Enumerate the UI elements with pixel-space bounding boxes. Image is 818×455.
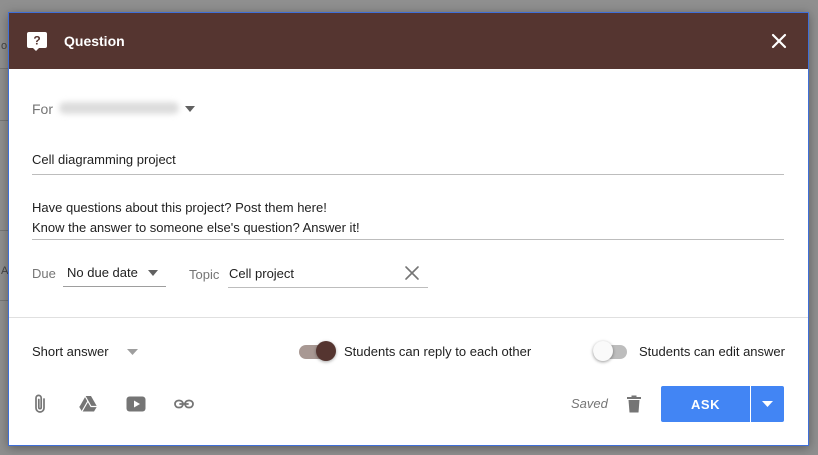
reply-toggle[interactable] <box>299 341 339 363</box>
google-drive-icon[interactable] <box>77 393 99 415</box>
topic-value: Cell project <box>229 266 295 281</box>
edit-answer-toggle-label: Students can edit answer <box>639 344 785 359</box>
instructions-line: Have questions about this project? Post … <box>32 200 327 215</box>
instructions-input[interactable]: Have questions about this project? Post … <box>32 198 784 240</box>
due-label: Due <box>32 266 56 281</box>
ask-options-button[interactable] <box>751 386 784 422</box>
due-date-select[interactable]: No due date <box>63 258 166 287</box>
chevron-down-icon[interactable] <box>185 106 195 112</box>
due-date-value: No due date <box>67 265 138 280</box>
chevron-down-icon <box>762 401 773 407</box>
chevron-down-icon <box>148 270 158 276</box>
reply-toggle-label: Students can reply to each other <box>344 344 532 359</box>
toggle-thumb <box>316 341 336 361</box>
trash-icon[interactable] <box>623 393 645 415</box>
clear-topic-icon[interactable] <box>403 264 421 282</box>
for-label: For <box>32 101 53 117</box>
close-icon[interactable] <box>767 29 791 53</box>
topic-input[interactable]: Cell project <box>228 258 428 288</box>
svg-text:?: ? <box>33 34 40 48</box>
toggle-thumb <box>593 341 613 361</box>
class-selector-value[interactable] <box>59 102 179 114</box>
answer-type-select[interactable]: Short answer <box>32 344 109 359</box>
section-divider <box>9 317 808 318</box>
ask-button[interactable]: ASK <box>661 386 750 422</box>
question-dialog: ? Question For Cell diagramming project … <box>8 12 809 446</box>
instructions-line: Know the answer to someone else's questi… <box>32 220 360 235</box>
chevron-down-icon[interactable] <box>127 349 138 355</box>
topic-label: Topic <box>189 267 220 282</box>
dialog-title: Question <box>64 33 125 49</box>
dialog-header: ? Question <box>9 13 808 69</box>
question-title-value: Cell diagramming project <box>32 152 176 167</box>
question-title-input[interactable]: Cell diagramming project <box>32 149 784 175</box>
youtube-icon[interactable] <box>125 393 147 415</box>
paperclip-icon[interactable] <box>29 393 51 415</box>
save-status: Saved <box>571 396 608 411</box>
backdrop-text: o <box>1 40 8 52</box>
edit-answer-toggle[interactable] <box>593 341 633 363</box>
link-icon[interactable] <box>173 393 195 415</box>
question-icon: ? <box>27 32 47 51</box>
